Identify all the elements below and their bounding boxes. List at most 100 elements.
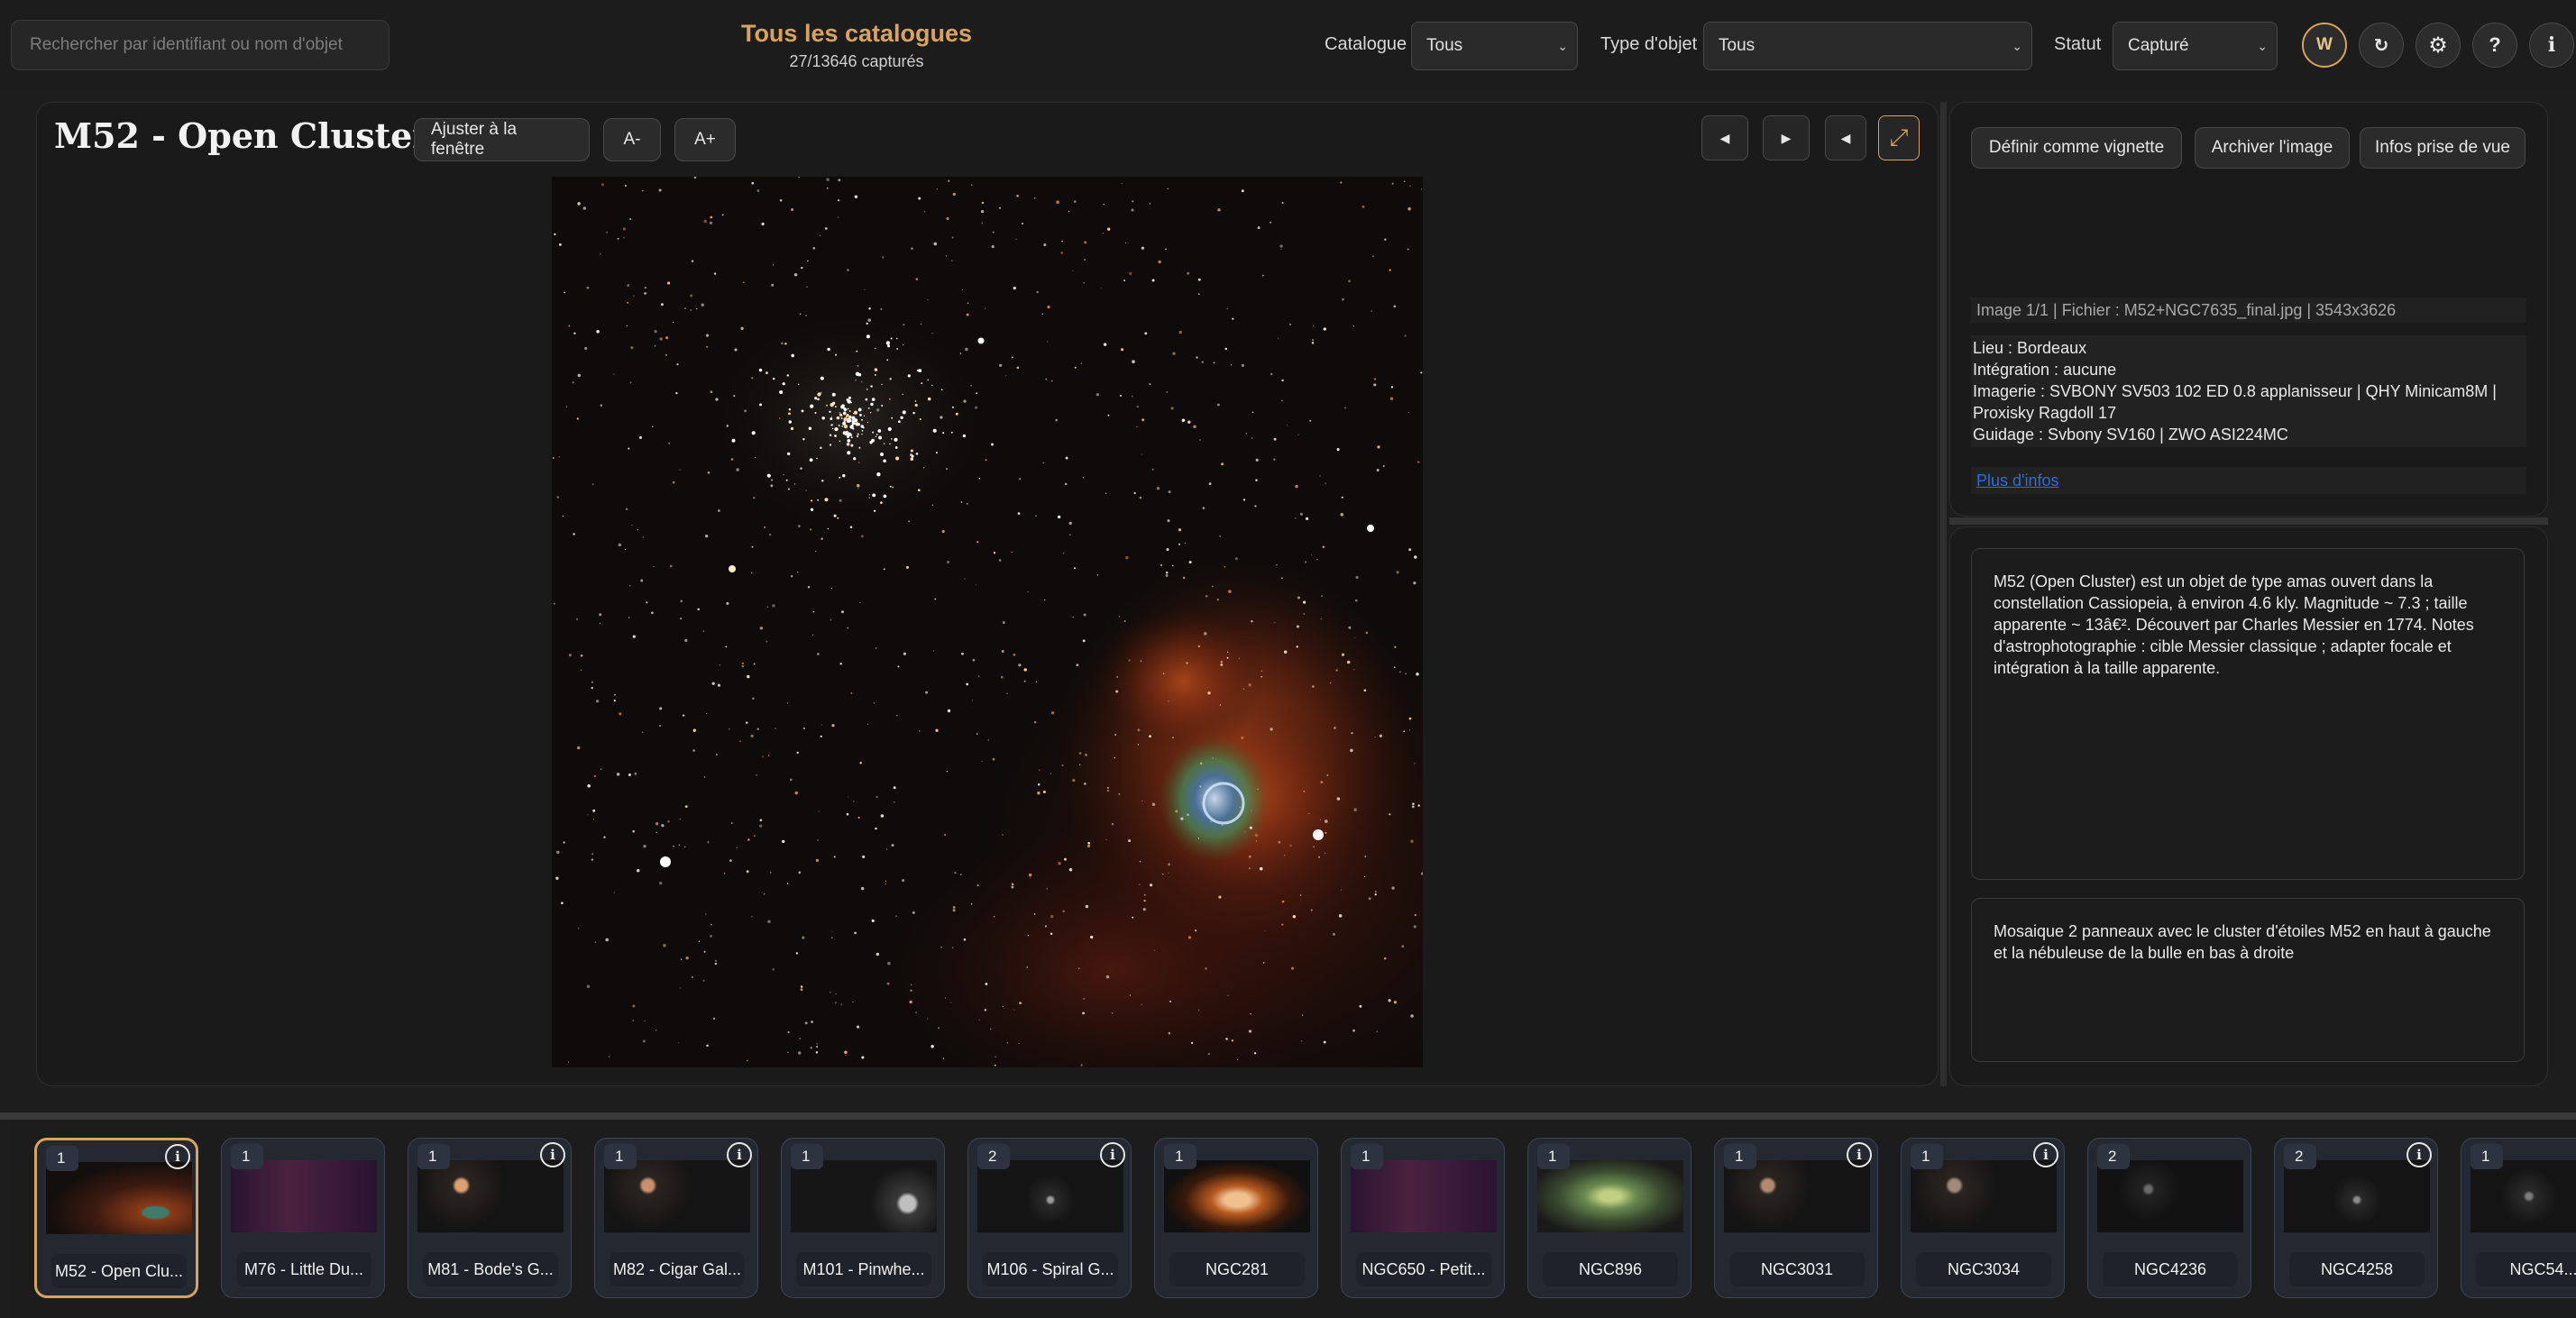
object-label: M101 - Pinwhe... <box>796 1252 931 1286</box>
image-count-badge: 1 <box>1164 1144 1196 1169</box>
set-thumbnail-button[interactable]: Définir comme vignette <box>1971 127 2182 169</box>
filmstrip-card[interactable]: 2 i NGC4258 <box>2274 1138 2438 1298</box>
detail-imaging: Imagerie : SVBONY SV503 102 ED 0.8 appla… <box>1973 382 2497 400</box>
user-avatar-button[interactable]: W <box>2302 23 2347 68</box>
caret-left-icon: ◀ <box>1719 130 1730 145</box>
filmstrip-card[interactable]: 1 i NGC3034 <box>1901 1138 2065 1298</box>
filmstrip-card[interactable]: 1 i NGC3031 <box>1714 1138 1878 1298</box>
fullscreen-button[interactable]: ⤢ <box>1878 115 1920 160</box>
acquisition-details: Lieu : Bordeaux Intégration : aucune Ima… <box>1971 335 2526 447</box>
catalogue-filter-label: Catalogue <box>1325 34 1407 54</box>
info-icon[interactable]: i <box>540 1142 565 1167</box>
thumbnail-image <box>2284 1160 2430 1232</box>
image-count-badge: 2 <box>2097 1144 2130 1169</box>
archive-image-button[interactable]: Archiver l'image <box>2195 127 2350 169</box>
astro-photo-image <box>552 177 1423 1067</box>
chevron-down-icon: ⌄ <box>1557 39 1568 53</box>
thumbnail-image <box>2097 1160 2243 1232</box>
status-select-value: Capturé <box>2128 36 2189 55</box>
image-count-badge: 1 <box>231 1144 263 1169</box>
next-image-button[interactable]: ▶ <box>1763 115 1810 160</box>
gear-icon: ⚙ <box>2428 32 2448 58</box>
filmstrip-card[interactable]: 1 NGC281 <box>1154 1138 1318 1298</box>
help-button[interactable]: ? <box>2472 23 2517 68</box>
thumbnail-image <box>977 1160 1123 1232</box>
font-increase-button[interactable]: A+ <box>674 118 736 161</box>
image-notes[interactable]: Mosaique 2 panneaux avec le cluster d'ét… <box>1971 898 2525 1062</box>
info-icon[interactable]: i <box>727 1142 752 1167</box>
panel-splitter[interactable] <box>1949 517 2548 525</box>
object-label: NGC4236 <box>2103 1252 2238 1286</box>
image-count-badge: 1 <box>791 1144 823 1169</box>
thumbnail-image <box>46 1162 192 1234</box>
info-icon[interactable]: i <box>2406 1142 2432 1167</box>
object-label: NGC3034 <box>1916 1252 2051 1286</box>
object-label: NGC896 <box>1543 1252 1678 1286</box>
font-decrease-button[interactable]: A- <box>603 118 661 161</box>
thumbnail-image <box>604 1160 750 1232</box>
image-count-badge: 2 <box>977 1144 1010 1169</box>
detail-location: Lieu : Bordeaux <box>1973 339 2087 357</box>
capture-count: 27/13646 capturés <box>789 52 924 70</box>
detail-imaging-cont: Proxisky Ragdoll 17 <box>1973 404 2117 422</box>
chevron-down-icon: ⌄ <box>2012 39 2022 53</box>
thumbnail-image <box>231 1160 377 1232</box>
type-filter-label: Type d'objet <box>1600 34 1698 54</box>
chevron-down-icon: ⌄ <box>2257 39 2268 53</box>
catalog-title: Tous les catalogues <box>740 20 973 47</box>
object-title: M52 - Open Cluster <box>54 115 431 156</box>
object-label: NGC650 - Petit... <box>1356 1252 1491 1286</box>
info-icon[interactable]: i <box>165 1144 190 1169</box>
caret-left-icon: ◀ <box>1840 130 1851 145</box>
filmstrip-card[interactable]: 1 i M52 - Open Clu... <box>34 1138 198 1298</box>
info-icon: i <box>2547 33 2556 57</box>
fit-to-window-button[interactable]: Ajuster à la fenêtre <box>414 118 590 161</box>
thumbnail-image <box>417 1160 564 1232</box>
more-info-link[interactable]: Plus d'infos <box>1971 467 2526 494</box>
file-info: Image 1/1 | Fichier : M52+NGC7635_final.… <box>1971 297 2526 323</box>
catalogue-select[interactable]: Tous ⌄ <box>1411 22 1578 70</box>
filmstrip-splitter[interactable] <box>0 1112 2576 1120</box>
info-icon[interactable]: i <box>1100 1142 1125 1167</box>
thumbnail-image <box>2471 1160 2576 1232</box>
caret-right-icon: ▶ <box>1781 130 1792 145</box>
info-icon[interactable]: i <box>1847 1142 1872 1167</box>
object-label: M52 - Open Clu... <box>51 1254 187 1288</box>
object-label: NGC54... <box>2476 1252 2576 1286</box>
filmstrip-card[interactable]: 1 i M81 - Bode's G... <box>408 1138 572 1298</box>
image-count-badge: 1 <box>417 1144 450 1169</box>
search-input[interactable] <box>11 20 390 70</box>
collapse-panel-button[interactable]: ◀ <box>1825 115 1866 160</box>
filmstrip-card[interactable]: 1 M76 - Little Du... <box>221 1138 385 1298</box>
type-select[interactable]: Tous ⌄ <box>1703 22 2032 70</box>
about-button[interactable]: i <box>2529 23 2574 68</box>
image-count-badge: 1 <box>46 1146 78 1171</box>
object-label: NGC281 <box>1169 1252 1305 1286</box>
image-count-badge: 1 <box>1351 1144 1383 1169</box>
refresh-button[interactable]: ↻ <box>2359 23 2404 68</box>
image-count-badge: 1 <box>604 1144 637 1169</box>
filmstrip-card[interactable]: 1 M101 - Pinwhe... <box>781 1138 945 1298</box>
detail-guiding: Guidage : Svbony SV160 | ZWO ASI224MC <box>1973 426 2288 444</box>
catalogue-select-value: Tous <box>1426 36 1463 55</box>
object-label: M76 - Little Du... <box>236 1252 371 1286</box>
previous-image-button[interactable]: ◀ <box>1701 115 1748 160</box>
object-label: M82 - Cigar Gal... <box>610 1252 745 1286</box>
settings-button[interactable]: ⚙ <box>2416 23 2461 68</box>
viewer-scrollbar[interactable] <box>1940 102 1947 1086</box>
filmstrip-card[interactable]: 1 NGC650 - Petit... <box>1341 1138 1505 1298</box>
filmstrip-card[interactable]: 2 i M106 - Spiral G... <box>967 1138 1132 1298</box>
object-description[interactable]: M52 (Open Cluster) est un objet de type … <box>1971 548 2525 880</box>
filmstrip-card[interactable]: 1 i M82 - Cigar Gal... <box>594 1138 758 1298</box>
refresh-icon: ↻ <box>2373 35 2389 56</box>
thumbnail-image <box>1724 1160 1870 1232</box>
shot-info-button[interactable]: Infos prise de vue <box>2360 127 2526 169</box>
filmstrip-card[interactable]: 1 NGC896 <box>1527 1138 1691 1298</box>
filmstrip-card[interactable]: 2 NGC4236 <box>2087 1138 2251 1298</box>
object-label: M106 - Spiral G... <box>983 1252 1118 1286</box>
filmstrip-card[interactable]: 1 NGC54... <box>2461 1138 2576 1298</box>
info-icon[interactable]: i <box>2033 1142 2058 1167</box>
status-select[interactable]: Capturé ⌄ <box>2113 22 2278 70</box>
thumbnail-image <box>791 1160 937 1232</box>
astro-photo <box>552 177 1423 1067</box>
